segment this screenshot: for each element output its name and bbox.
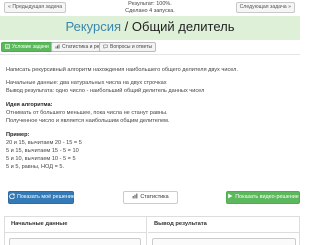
task-tabs: Условие задачи Статистика и решения Вопр… — [0, 42, 300, 54]
page-title: Рекурсия / Общий делитель — [0, 17, 300, 37]
input-column: Начальные данные — [5, 217, 147, 245]
input-header: Начальные данные — [5, 217, 146, 233]
chat-icon — [103, 44, 108, 49]
tab-questions-label: Вопросы и ответы — [110, 44, 153, 50]
play-icon — [228, 193, 233, 199]
next-task-button[interactable]: Следующая задача » — [235, 2, 295, 13]
output-header: Вывод результата — [148, 217, 300, 233]
tab-task-condition[interactable]: Условие задачи — [1, 42, 53, 52]
example-line: 5 и 15, вычитаем 15 - 5 = 10 — [6, 148, 79, 154]
refresh-icon — [9, 193, 15, 199]
result-summary: Результат: 100%. Сделано 4 запуска. — [100, 1, 200, 15]
task-intro: Написать рекурсивный алгоритм нахождения… — [6, 67, 238, 73]
prev-task-button[interactable]: « Предыдущая задача — [4, 2, 67, 13]
bar-chart-icon — [132, 193, 138, 199]
task-statement: Написать рекурсивный алгоритм нахождения… — [6, 66, 296, 171]
show-video-solution-label: Показать видео-решение — [235, 194, 299, 200]
chart-icon — [55, 44, 60, 48]
output-column: Вывод результата — [148, 217, 300, 245]
tab-questions[interactable]: Вопросы и ответы — [99, 42, 157, 52]
algorithm-line: Отнимать от большего меньшее, пока числа… — [6, 110, 168, 116]
tab-task-condition-label: Условие задачи — [12, 44, 49, 50]
statistics-label: Статистика — [140, 194, 169, 200]
result-percent: Результат: 100%. — [128, 1, 172, 7]
statistics-button[interactable]: Статистика — [123, 191, 178, 204]
show-my-solution-button[interactable]: Показать моё решение — [8, 191, 75, 204]
result-runs: Сделано 4 запуска. — [125, 8, 175, 14]
title-topic-link[interactable]: Рекурсия — [66, 19, 122, 34]
task-output-desc: Вывод результата: одно число - наибольши… — [6, 88, 205, 94]
task-input-desc: Начальные данные: два натуральных числа … — [6, 80, 167, 86]
example-line: 20 и 15, вычитаем 20 - 15 = 5 — [6, 140, 82, 146]
tabs-divider — [0, 54, 300, 55]
output-data-field[interactable] — [152, 238, 296, 245]
example-line: 5 и 5, равны, НОД = 5. — [6, 164, 65, 170]
algorithm-title: Идея алгоритма: — [6, 102, 53, 108]
example-title: Пример: — [6, 132, 30, 138]
io-table: Начальные данные Вывод результата — [4, 216, 300, 245]
action-buttons: Показать моё решение Статистика Показать… — [0, 191, 300, 205]
show-video-solution-button[interactable]: Показать видео-решение — [226, 191, 300, 204]
algorithm-line: Полученное число и является наибольшим о… — [6, 118, 170, 124]
input-data-field[interactable] — [9, 238, 141, 245]
top-nav: « Предыдущая задача Результат: 100%. Сде… — [0, 0, 300, 14]
title-task-name: / Общий делитель — [121, 19, 235, 34]
show-my-solution-label: Показать моё решение — [17, 194, 75, 200]
checklist-icon — [5, 43, 10, 49]
example-line: 5 и 10, вычитаем 10 - 5 = 5 — [6, 156, 76, 162]
